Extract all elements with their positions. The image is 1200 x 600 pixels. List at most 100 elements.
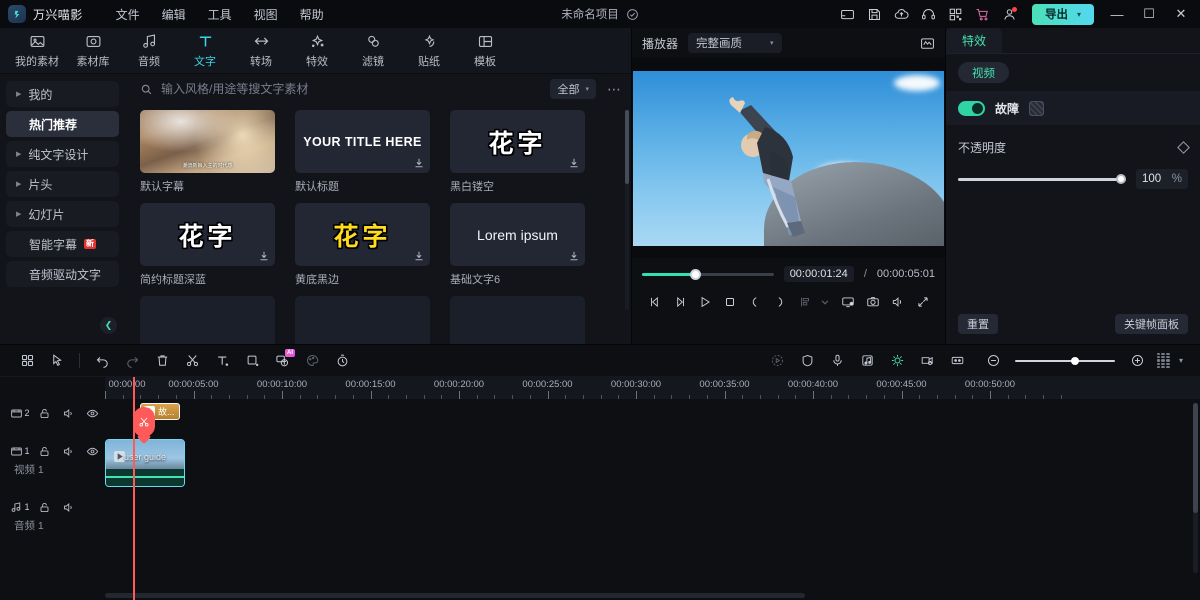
mark-in-button[interactable] [742,291,767,313]
keyframe-dropdown[interactable] [817,291,833,313]
asset-card[interactable] [450,296,585,344]
asset-thumbnail[interactable]: 花字 [450,110,585,173]
asset-thumbnail[interactable]: Lorem ipsum [450,203,585,266]
tool-color[interactable] [297,349,327,373]
mark-out-button[interactable] [767,291,792,313]
opacity-value-field[interactable]: 100 % [1136,169,1188,189]
tool-grid[interactable] [12,349,42,373]
tool-chroma-key[interactable] [912,349,942,373]
asset-card[interactable]: 花字 简约标题深蓝 [140,203,275,287]
quality-dropdown[interactable]: 完整画质 ▾ [688,33,782,53]
video-preview[interactable] [633,71,944,246]
check-circle-icon[interactable] [626,8,639,21]
timeline-vscroll-thumb[interactable] [1193,403,1198,513]
tool-split[interactable] [177,349,207,373]
tool-audio-detach[interactable] [852,349,882,373]
mute-icon[interactable] [56,405,80,421]
category-my[interactable]: ▶ 我的 [6,81,119,107]
tool-redo[interactable] [117,349,147,373]
scissors-playhead-icon[interactable] [133,407,155,437]
track-lane[interactable]: 故... [105,399,1200,439]
chevron-left-icon[interactable]: ❮ [100,317,117,334]
menu-view[interactable]: 视图 [243,3,289,26]
tab-library[interactable]: 素材库 [68,30,118,72]
tool-undo[interactable] [87,349,117,373]
category-smart-subtitle[interactable]: 智能字幕 新 [6,231,119,257]
export-button[interactable]: 导出 ▾ [1032,4,1094,25]
seek-slider[interactable] [642,267,774,281]
grip-dots[interactable] [1157,353,1170,368]
next-frame-button[interactable] [667,291,692,313]
tool-ai-enhance[interactable] [882,349,912,373]
tool-speed[interactable] [327,349,357,373]
tool-select[interactable] [42,349,72,373]
seek-handle[interactable] [690,269,701,280]
menu-file[interactable]: 文件 [105,3,151,26]
asset-thumbnail[interactable] [140,296,275,344]
keyframe-diamond-icon[interactable] [1177,141,1190,154]
asset-card[interactable] [295,296,430,344]
qrcode-icon[interactable] [943,2,968,27]
download-icon[interactable] [568,250,580,262]
close-button[interactable]: ✕ [1166,1,1196,27]
play-button[interactable] [692,291,717,313]
effect-toggle[interactable] [958,101,985,116]
keyframe-button[interactable] [792,291,817,313]
account-icon[interactable] [997,2,1022,27]
save-icon[interactable] [862,2,887,27]
tab-effects[interactable]: 特效 [292,30,342,72]
category-opening[interactable]: ▶ 片头 [6,171,119,197]
headset-support-icon[interactable] [916,2,941,27]
maximize-button[interactable]: ☐ [1134,1,1164,27]
track-lane[interactable] [105,493,1200,538]
tab-effects-inspector[interactable]: 特效 [946,28,1002,53]
asset-thumbnail[interactable] [450,296,585,344]
asset-card[interactable] [140,296,275,344]
download-icon[interactable] [413,250,425,262]
cloud-upload-icon[interactable] [889,2,914,27]
asset-card[interactable]: 花字 黑白镂空 [450,110,585,194]
effect-thumbnail-icon[interactable] [1029,101,1044,116]
opacity-handle[interactable] [1116,174,1126,184]
tool-text[interactable] [207,349,237,373]
timeline-hscroll-thumb[interactable] [105,593,805,598]
zoom-out-icon[interactable] [978,349,1008,373]
grip-dots-icon[interactable] [1152,349,1174,373]
tool-voiceover[interactable] [822,349,852,373]
tab-stickers[interactable]: 贴纸 [404,30,454,72]
download-icon[interactable] [568,157,580,169]
current-timecode[interactable]: 00:00:01:24 [784,266,854,282]
cart-icon[interactable] [970,2,995,27]
lock-icon[interactable] [32,443,56,459]
download-icon[interactable] [258,250,270,262]
previous-frame-button[interactable] [642,291,667,313]
reset-button[interactable]: 重置 [958,314,998,334]
category-pure-text-design[interactable]: ▶ 纯文字设计 [6,141,119,167]
mute-icon[interactable] [56,499,80,515]
asset-thumbnail[interactable] [295,296,430,344]
snapshot-button[interactable] [860,291,885,313]
chip-video[interactable]: 视频 [958,62,1009,83]
zoom-handle[interactable] [1071,357,1079,365]
zoom-in-icon[interactable] [1122,349,1152,373]
mute-icon[interactable] [56,443,80,459]
grip-caret-icon[interactable]: ▾ [1174,349,1188,373]
category-audio-driven-text[interactable]: 音频驱动文字 [6,261,119,287]
asset-card[interactable]: Lorem ipsum 基础文字6 [450,203,585,287]
tab-audio[interactable]: 音频 [124,30,174,72]
pip-button[interactable] [835,291,860,313]
tab-filters[interactable]: 滤镜 [348,30,398,72]
menu-tools[interactable]: 工具 [197,3,243,26]
tool-mask[interactable] [792,349,822,373]
video-clip[interactable]: user guide [105,439,185,487]
search-input[interactable] [161,82,542,96]
category-slideshow[interactable]: ▶ 幻灯片 [6,201,119,227]
asset-thumbnail[interactable]: 花字 [140,203,275,266]
eye-icon[interactable] [80,405,104,421]
asset-scrollbar-thumb[interactable] [625,110,629,184]
asset-card[interactable]: 花字 黄底黑边 [295,203,430,287]
zoom-slider[interactable] [1015,354,1115,368]
track-lane[interactable]: user guide [105,437,1200,492]
tool-split-screen[interactable] [942,349,972,373]
asset-thumbnail[interactable]: YOUR TITLE HERE [295,110,430,173]
